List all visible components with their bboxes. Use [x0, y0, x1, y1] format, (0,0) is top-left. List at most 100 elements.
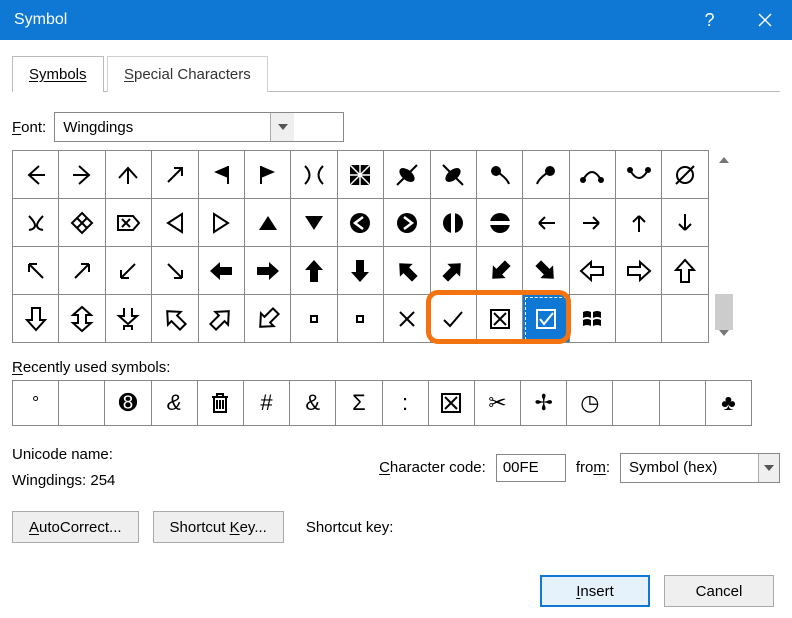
dialog-footer: Insert Cancel	[0, 564, 792, 618]
symbol-arrow-nw[interactable]	[13, 247, 58, 294]
recent-sigma[interactable]: Σ	[336, 381, 381, 425]
symbol-arrow-down-outline[interactable]	[13, 295, 58, 342]
symbol-check-in-box[interactable]	[523, 295, 568, 342]
insert-button[interactable]: Insert	[540, 575, 650, 607]
recent-scissors[interactable]: ✂	[475, 381, 520, 425]
symbol-windows-logo[interactable]	[570, 295, 615, 342]
recent-degree[interactable]: °	[13, 381, 58, 425]
symbol-circle-arrow-left[interactable]	[338, 199, 383, 246]
symbol-circle-split-h[interactable]	[477, 199, 522, 246]
character-code-label: Character code:	[379, 459, 486, 476]
symbol-arrow-ne-heavy[interactable]	[431, 247, 476, 294]
cancel-button[interactable]: Cancel	[664, 575, 774, 607]
symbol-arrow-ne-outline[interactable]	[199, 295, 244, 342]
symbol-circle-arrow-right[interactable]	[384, 199, 429, 246]
symbol-arrow-up-bold[interactable]	[616, 199, 661, 246]
from-combo[interactable]	[620, 453, 780, 483]
symbol-x-mark[interactable]	[384, 295, 429, 342]
help-button[interactable]: ?	[682, 0, 737, 40]
symbol-x-diamond[interactable]	[59, 199, 104, 246]
symbol-small-square-1[interactable]	[291, 295, 336, 342]
autocorrect-button[interactable]: AutoCorrect...	[12, 511, 139, 543]
symbol-arrow-se[interactable]	[152, 247, 197, 294]
symbol-leaf-backslash[interactable]	[431, 151, 476, 198]
symbol-arrow-down-heavy[interactable]	[338, 247, 383, 294]
recent-empty[interactable]	[660, 381, 705, 425]
symbol-empty[interactable]	[616, 295, 661, 342]
symbol-up-right-arrow-outline[interactable]	[152, 151, 197, 198]
recent-hash[interactable]: #	[244, 381, 289, 425]
symbol-circle-split-v[interactable]	[431, 199, 476, 246]
chevron-down-icon[interactable]	[270, 113, 294, 141]
character-code-input[interactable]	[496, 454, 566, 482]
symbol-arrow-left-outline[interactable]	[570, 247, 615, 294]
symbol-up-arrow-outline[interactable]	[106, 151, 151, 198]
symbol-x-in-box[interactable]	[477, 295, 522, 342]
symbol-flag-left[interactable]	[199, 151, 244, 198]
symbol-arrow-right-bold[interactable]	[570, 199, 615, 246]
symbol-arrow-right-outline[interactable]	[616, 247, 661, 294]
symbol-arrow-sw-heavy[interactable]	[477, 247, 522, 294]
symbol-back-arrow-outline[interactable]	[13, 151, 58, 198]
recent-empty[interactable]	[59, 381, 104, 425]
grid-scrollbar[interactable]	[713, 150, 735, 343]
recent-ampersand[interactable]: &	[290, 381, 335, 425]
shortcut-key-button[interactable]: Shortcut Key...	[153, 511, 284, 543]
tab-symbols[interactable]: Symbols	[12, 56, 104, 92]
title-bar: Symbol ?	[0, 0, 792, 40]
window-title: Symbol	[14, 11, 67, 29]
symbol-arrow-up-outline[interactable]	[662, 247, 707, 294]
symbol-arrow-split-outline[interactable]	[106, 295, 151, 342]
symbol-leaf-curl[interactable]	[570, 151, 615, 198]
chevron-down-icon[interactable]	[758, 454, 779, 482]
font-input[interactable]	[55, 113, 270, 141]
symbol-triangle-left-thin[interactable]	[152, 199, 197, 246]
symbol-arrow-nw-heavy[interactable]	[384, 247, 429, 294]
symbol-flag-right[interactable]	[245, 151, 290, 198]
symbol-triangle-right-thin[interactable]	[199, 199, 244, 246]
symbol-x-box-tag[interactable]	[106, 199, 151, 246]
shortcut-key-label: Shortcut key:	[306, 519, 394, 536]
symbol-empty[interactable]	[662, 295, 707, 342]
close-button[interactable]	[737, 0, 792, 40]
recent-club[interactable]: ♣	[706, 381, 751, 425]
tab-special-characters[interactable]: Special Characters	[107, 56, 268, 92]
from-input[interactable]	[621, 454, 758, 482]
symbol-small-square-2[interactable]	[338, 295, 383, 342]
symbol-arrow-left-heavy[interactable]	[199, 247, 244, 294]
recent-crosshair[interactable]: ✢	[521, 381, 566, 425]
symbol-arrow-down-bold[interactable]	[662, 199, 707, 246]
symbol-slash-circle[interactable]	[662, 151, 707, 198]
symbol-triangle-up-thin[interactable]	[245, 199, 290, 246]
symbol-leaf-slash[interactable]	[384, 151, 429, 198]
font-label: Font:	[12, 119, 46, 136]
symbol-arrow-nw-outline[interactable]	[152, 295, 197, 342]
recent-empty[interactable]	[613, 381, 658, 425]
symbol-arrow-se-heavy[interactable]	[523, 247, 568, 294]
symbol-arrow-right-heavy[interactable]	[245, 247, 290, 294]
recent-colon[interactable]: :	[383, 381, 428, 425]
symbol-forward-arrow-outline[interactable]	[59, 151, 104, 198]
scroll-thumb[interactable]	[715, 294, 733, 330]
recent-clock[interactable]: ◷	[567, 381, 612, 425]
scroll-up-icon[interactable]	[713, 150, 735, 170]
recent-trash-can[interactable]	[198, 381, 243, 425]
symbol-arrow-sw-outline[interactable]	[245, 295, 290, 342]
symbol-ribbon-curl[interactable]	[616, 151, 661, 198]
symbol-triangle-down-thin[interactable]	[291, 199, 336, 246]
symbol-butterfly-x[interactable]	[291, 151, 336, 198]
symbol-arrow-left-bold[interactable]	[523, 199, 568, 246]
recent-ampersand-script[interactable]: &	[152, 381, 197, 425]
recent-eight-ball[interactable]: ➑	[105, 381, 150, 425]
symbol-arrow-updown-outline[interactable]	[59, 295, 104, 342]
recent-x-in-box[interactable]	[429, 381, 474, 425]
symbol-loop-cross[interactable]	[13, 199, 58, 246]
symbol-leaf-loop-2[interactable]	[523, 151, 568, 198]
font-combo[interactable]	[54, 112, 344, 142]
symbol-decorative-square[interactable]	[338, 151, 383, 198]
symbol-arrow-up-heavy[interactable]	[291, 247, 336, 294]
symbol-arrow-sw[interactable]	[106, 247, 151, 294]
symbol-arrow-ne[interactable]	[59, 247, 104, 294]
symbol-checkmark[interactable]	[431, 295, 476, 342]
symbol-leaf-loop-1[interactable]	[477, 151, 522, 198]
